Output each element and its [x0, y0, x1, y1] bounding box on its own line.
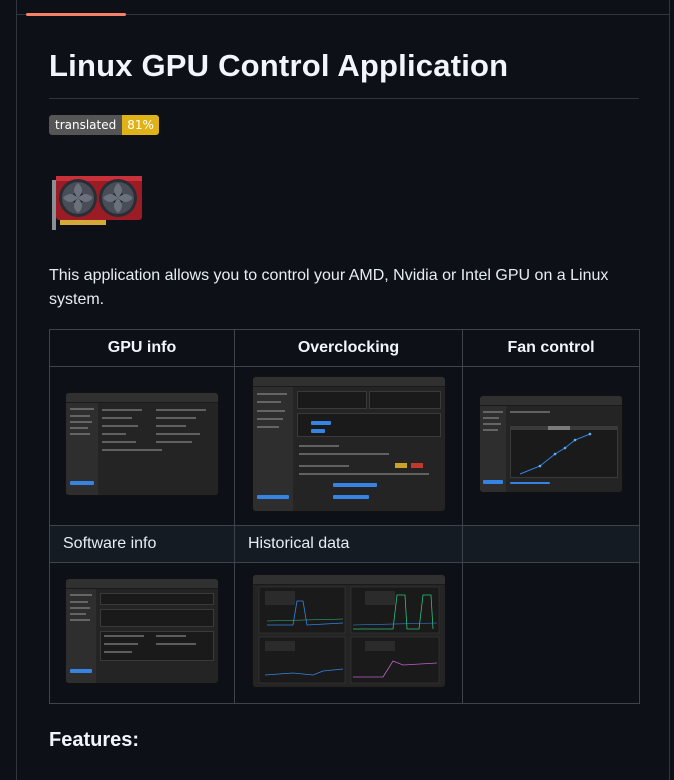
title-divider [49, 98, 639, 99]
gpu-card-icon [52, 176, 142, 230]
header-fan-control: Fan control [462, 329, 640, 367]
overclocking-screenshot[interactable] [252, 376, 445, 511]
badge-value: 81% [122, 115, 159, 135]
badge-label: translated [49, 115, 123, 135]
page-title: Linux GPU Control Application [49, 48, 509, 83]
historical-data-screenshot[interactable] [252, 574, 445, 687]
intro-paragraph: This application allows you to control y… [49, 267, 609, 308]
header-overclocking: Overclocking [234, 329, 463, 367]
empty-cell [462, 562, 640, 704]
header-gpu-info: GPU info [49, 329, 235, 367]
label-empty [462, 525, 640, 563]
label-software-info: Software info [49, 525, 235, 563]
translation-badge[interactable]: translated 81% [49, 115, 159, 135]
active-tab-indicator [26, 13, 126, 16]
label-historical-data: Historical data [234, 525, 463, 563]
features-heading: Features: [49, 729, 140, 751]
software-info-screenshot[interactable] [66, 578, 218, 683]
gpu-info-screenshot[interactable] [66, 392, 218, 495]
fan-control-screenshot[interactable] [480, 395, 622, 492]
screenshots-table: GPU info Overclocking Fan control Softwa… [49, 329, 640, 704]
